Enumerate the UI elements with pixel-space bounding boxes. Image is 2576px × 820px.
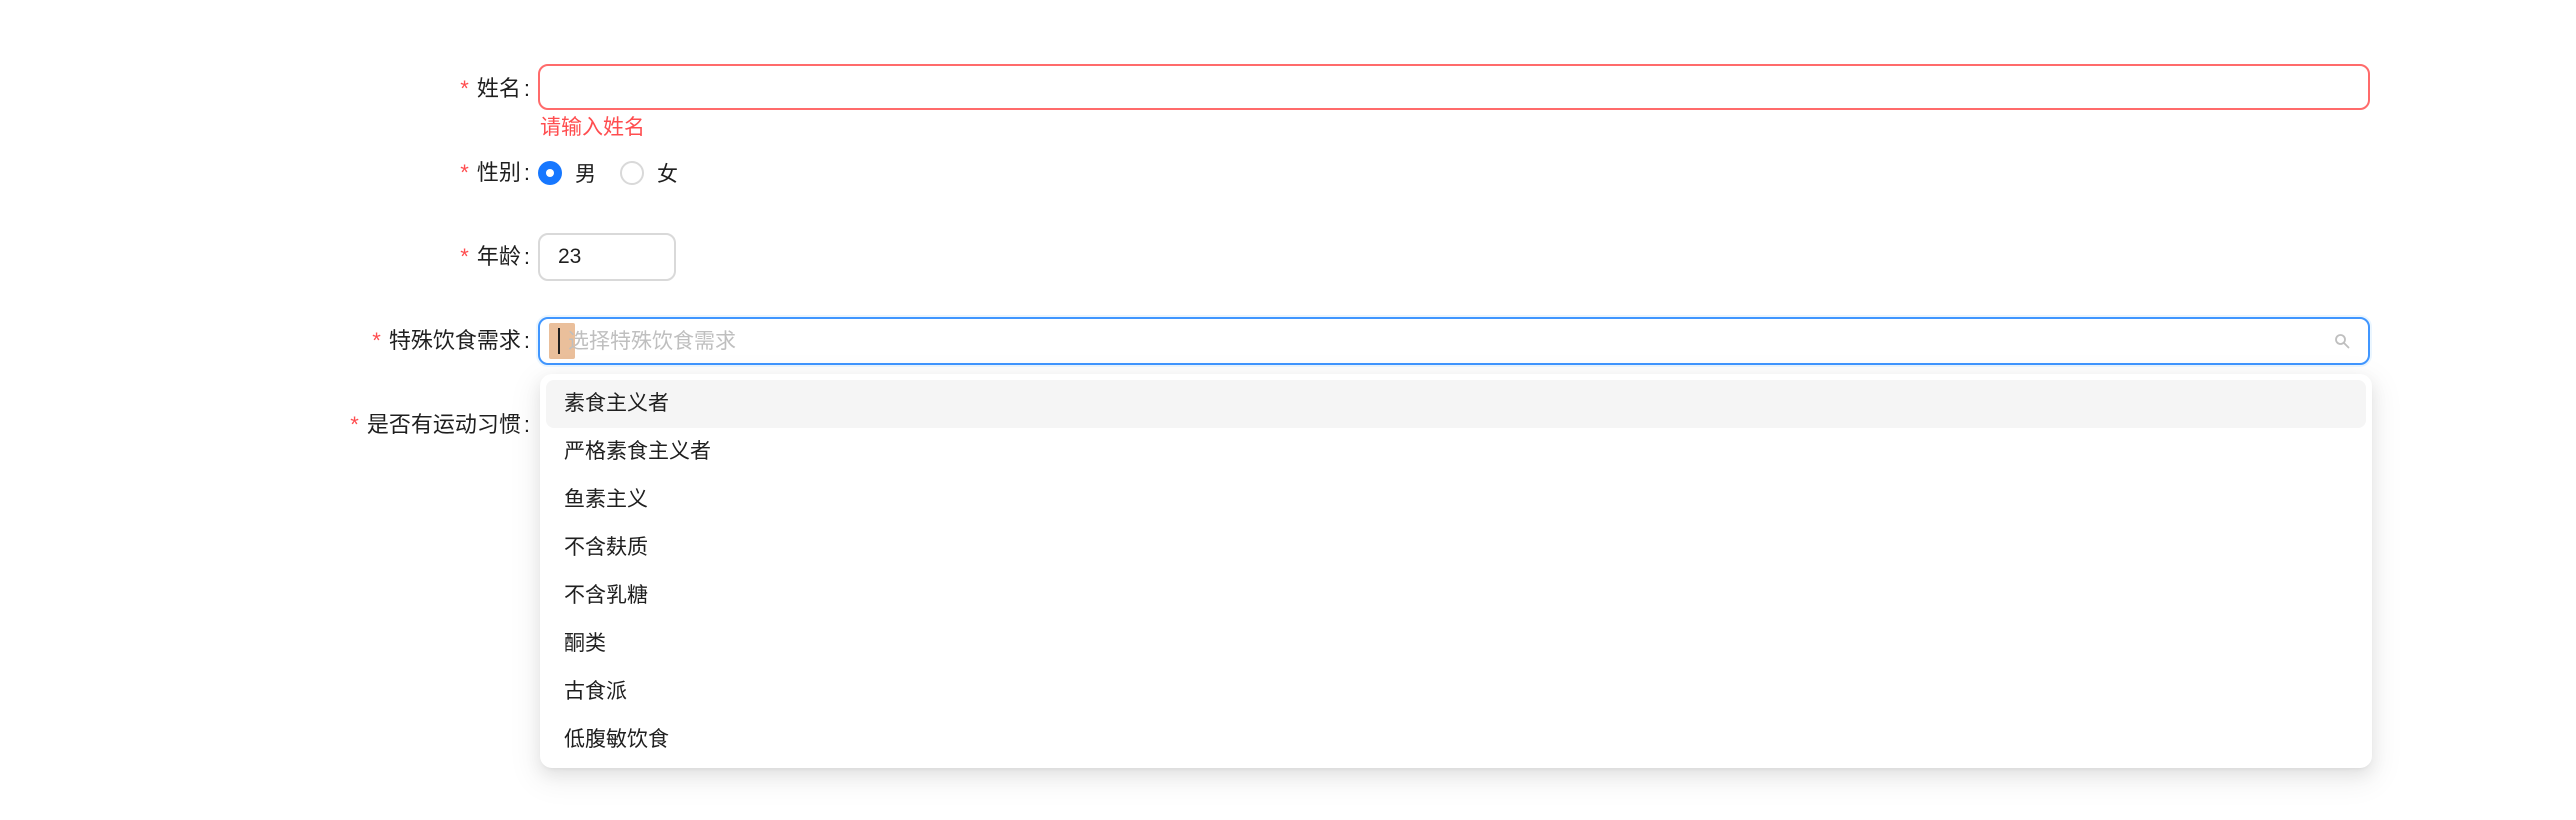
gender-option-male[interactable]: 男 — [538, 158, 596, 188]
age-label-text: 年龄 — [476, 244, 521, 269]
search-icon — [2335, 334, 2350, 349]
name-input[interactable] — [538, 64, 2370, 110]
gender-radio-group: 男 女 — [538, 158, 678, 188]
diet-option[interactable]: 不含麸质 — [546, 524, 2366, 572]
diet-label-text: 特殊饮食需求 — [388, 328, 521, 353]
text-caret — [558, 328, 560, 354]
exercise-label: * 是否有运动习惯: — [350, 410, 530, 440]
radio-checked-icon[interactable] — [538, 161, 562, 185]
diet-dropdown: 素食主义者 严格素食主义者 鱼素主义 不含麸质 不含乳糖 酮类 古食派 低腹敏饮… — [540, 374, 2372, 768]
required-mark: * — [460, 76, 469, 101]
exercise-label-text: 是否有运动习惯 — [366, 412, 521, 437]
diet-label: * 特殊饮食需求: — [372, 326, 530, 356]
required-mark: * — [350, 412, 359, 437]
diet-option[interactable]: 低腹敏饮食 — [546, 716, 2366, 764]
gender-label-text: 性别 — [476, 160, 521, 185]
name-label: * 姓名: — [460, 74, 530, 104]
age-input[interactable]: 23 — [538, 233, 676, 281]
name-label-text: 姓名 — [476, 76, 521, 101]
diet-select[interactable]: 选择特殊饮食需求 — [538, 317, 2370, 365]
name-error-message: 请输入姓名 — [540, 116, 645, 139]
gender-label: * 性别: — [460, 158, 530, 188]
required-mark: * — [372, 328, 381, 353]
gender-option-female[interactable]: 女 — [620, 158, 678, 188]
gender-option-male-label: 男 — [575, 163, 596, 186]
gender-option-female-label: 女 — [657, 163, 678, 186]
diet-option[interactable]: 素食主义者 — [546, 380, 2366, 428]
diet-option[interactable]: 酮类 — [546, 620, 2366, 668]
diet-option[interactable]: 严格素食主义者 — [546, 428, 2366, 476]
required-mark: * — [460, 160, 469, 185]
diet-option[interactable]: 不含乳糖 — [546, 572, 2366, 620]
radio-unchecked-icon[interactable] — [620, 161, 644, 185]
diet-select-placeholder: 选择特殊饮食需求 — [568, 330, 736, 353]
diet-option[interactable]: 古食派 — [546, 668, 2366, 716]
required-mark: * — [460, 244, 469, 269]
diet-option[interactable]: 鱼素主义 — [546, 476, 2366, 524]
age-label: * 年龄: — [460, 242, 530, 272]
